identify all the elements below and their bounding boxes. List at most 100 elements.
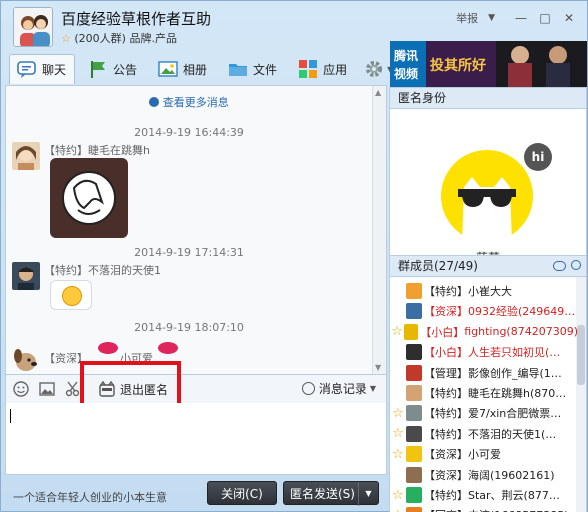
member-row[interactable]: 【管理】 影像创作_编导(1… <box>390 363 578 383</box>
send-options-icon[interactable]: ▼ <box>358 482 378 506</box>
anonymous-identity-card: hi 菠萝 <box>389 109 587 265</box>
member-tag: 【特约】 <box>424 387 468 400</box>
member-row[interactable]: 【小白】 人生若只如初见(… <box>390 342 578 362</box>
avatar <box>406 446 422 463</box>
tab-album[interactable]: 相册 <box>151 54 215 84</box>
maximize-button[interactable]: □ <box>533 9 557 27</box>
member-row[interactable]: 【资深】 0932经验(249649… <box>390 301 578 321</box>
member-row[interactable]: 【特约】 睫毛在跳舞h(870… <box>390 383 578 403</box>
avatar[interactable] <box>12 344 40 372</box>
view-more-link[interactable]: 查看更多消息 <box>6 94 372 110</box>
album-icon <box>157 59 179 79</box>
scroll-up-icon[interactable]: ▲ <box>375 88 381 97</box>
window-controls: 举报 ▼ — □ ✕ <box>456 9 581 27</box>
member-name: 海阔(19602161) <box>468 468 555 482</box>
avatar <box>406 303 422 320</box>
star-icon: ☆ <box>392 446 404 462</box>
message-history-button[interactable]: 消息记录 ▼ <box>301 380 376 397</box>
search-icon[interactable] <box>571 260 581 270</box>
avatar <box>406 344 422 361</box>
member-row[interactable]: 【资深】 海阔(19602161) <box>390 465 578 485</box>
member-tag: 【小白】 <box>420 325 465 339</box>
bottom-bar: 一个适合年轻人创业的小本生意 关闭(C) 匿名发送(S) ▼ <box>5 477 387 509</box>
member-name: 小崔大大 <box>468 285 512 298</box>
tab-announcement[interactable]: 公告 <box>81 54 145 84</box>
member-tag: 【资深】 <box>424 468 468 482</box>
sender-name: 【特约】不落泪的天使1 <box>44 264 161 277</box>
message-input[interactable] <box>5 403 387 475</box>
member-tag: 【资深】 <box>424 448 468 462</box>
gear-icon <box>363 59 385 79</box>
ad-show-title: 投其所好 <box>430 58 486 74</box>
message-timestamp: 2014-9-19 17:14:31 <box>134 246 244 259</box>
group-subtitle: ☆ (200人群) 品牌.产品 <box>61 30 177 46</box>
image-icon[interactable] <box>38 380 56 398</box>
member-name: Star、荆云(877… <box>468 489 560 502</box>
folder-icon <box>227 59 249 79</box>
highlight-box <box>80 361 181 409</box>
member-row[interactable]: ☆ 【回高】中流(1668577385) <box>390 505 578 512</box>
message-timestamp: 2014-9-19 16:44:39 <box>134 126 244 139</box>
member-name: 影像创作_编导(1… <box>468 366 562 380</box>
input-toolbar: 退出匿名 消息记录 ▼ <box>5 375 387 403</box>
ad-banner[interactable]: 腾讯 视频 投其所好 <box>390 41 587 87</box>
member-tag: 【特约】 <box>424 407 468 421</box>
member-row[interactable]: ☆ 【特约】 不落泪的天使1(… <box>390 424 578 444</box>
chat-scrollbar[interactable]: ▲ ▼ <box>372 86 386 374</box>
minimize-button[interactable]: — <box>509 9 533 27</box>
member-name: 人生若只如初见(… <box>468 346 561 360</box>
anonymous-identity-header: 匿名身份 <box>389 87 587 109</box>
tab-chat-label: 聊天 <box>42 63 67 77</box>
member-row[interactable]: ☆ 【资深】 小可爱 <box>390 444 578 464</box>
member-row[interactable]: ☆ 【小白】 fighting(874207309) <box>390 322 578 342</box>
sender-name: 【特约】睫毛在跳舞h <box>44 144 150 157</box>
member-name: 中流(1668577385) <box>468 507 569 512</box>
ad-brand-line2: 视频 <box>394 67 419 81</box>
view-more-label: 查看更多消息 <box>162 96 229 109</box>
tab-album-label: 相册 <box>183 62 208 77</box>
anonymous-send-label: 匿名发送(S) <box>290 487 355 501</box>
anonymous-send-button[interactable]: 匿名发送(S) ▼ <box>283 481 379 506</box>
apps-icon <box>297 59 319 79</box>
hi-badge: hi <box>524 143 552 171</box>
chat-icon <box>16 60 38 80</box>
group-avatar[interactable] <box>13 7 53 47</box>
group-title: 百度经验草根作者互助 <box>61 10 212 28</box>
tab-apps-label: 应用 <box>323 62 348 77</box>
tab-files-label: 文件 <box>253 62 278 77</box>
report-button[interactable]: 举报 <box>456 10 478 26</box>
scroll-thumb[interactable] <box>577 325 585 385</box>
member-tag: 【管理】 <box>424 366 468 380</box>
member-name: 爱7/xin合肥微票… <box>468 407 562 421</box>
avatar <box>406 487 422 503</box>
flag-icon <box>87 59 109 79</box>
message-area: 查看更多消息 2014-9-19 16:44:39 【特约】睫毛在跳舞h 201… <box>5 85 387 375</box>
sticker-image[interactable] <box>50 158 128 238</box>
member-row[interactable]: ☆ 【特约】 Star、荆云(877… <box>390 485 578 505</box>
chat-bubble-icon[interactable] <box>553 261 566 271</box>
avatar <box>406 385 422 401</box>
avatar <box>404 323 419 340</box>
side-panel: 匿名身份 hi 菠萝 群成员(27/49) 【特约】小崔大大【资深】0932经验… <box>389 87 587 512</box>
avatar[interactable] <box>12 142 40 170</box>
emoji-icon[interactable] <box>12 380 30 398</box>
member-tag: 【小白】 <box>424 346 468 360</box>
member-tag: 【特约】 <box>424 489 468 502</box>
close-button[interactable]: ✕ <box>557 9 581 27</box>
members-count: 群成员(27/49) <box>398 259 478 273</box>
member-tag: 【回高】 <box>424 507 468 512</box>
report-menu-icon[interactable]: ▼ <box>488 13 495 23</box>
tab-chat[interactable]: 聊天 <box>9 54 76 84</box>
scroll-down-icon[interactable]: ▼ <box>375 363 381 372</box>
avatar[interactable] <box>12 262 40 290</box>
tab-files[interactable]: 文件 <box>221 54 285 84</box>
tab-apps[interactable]: 应用 <box>291 54 355 84</box>
member-row[interactable]: 【特约】 小崔大大 <box>390 281 578 301</box>
member-row[interactable]: ☆ 【特约】 爱7/xin合肥微票… <box>390 403 578 423</box>
star-icon: ☆ <box>392 405 404 421</box>
text-ad-link[interactable]: 一个适合年轻人创业的小本生意 <box>13 489 167 505</box>
chat-window: 百度经验草根作者互助 ☆ (200人群) 品牌.产品 举报 ▼ — □ ✕ 聊天… <box>0 0 588 512</box>
star-icon: ☆ <box>61 32 71 45</box>
close-chat-button[interactable]: 关闭(C) <box>207 481 277 505</box>
anonymous-avatar[interactable] <box>440 149 534 243</box>
